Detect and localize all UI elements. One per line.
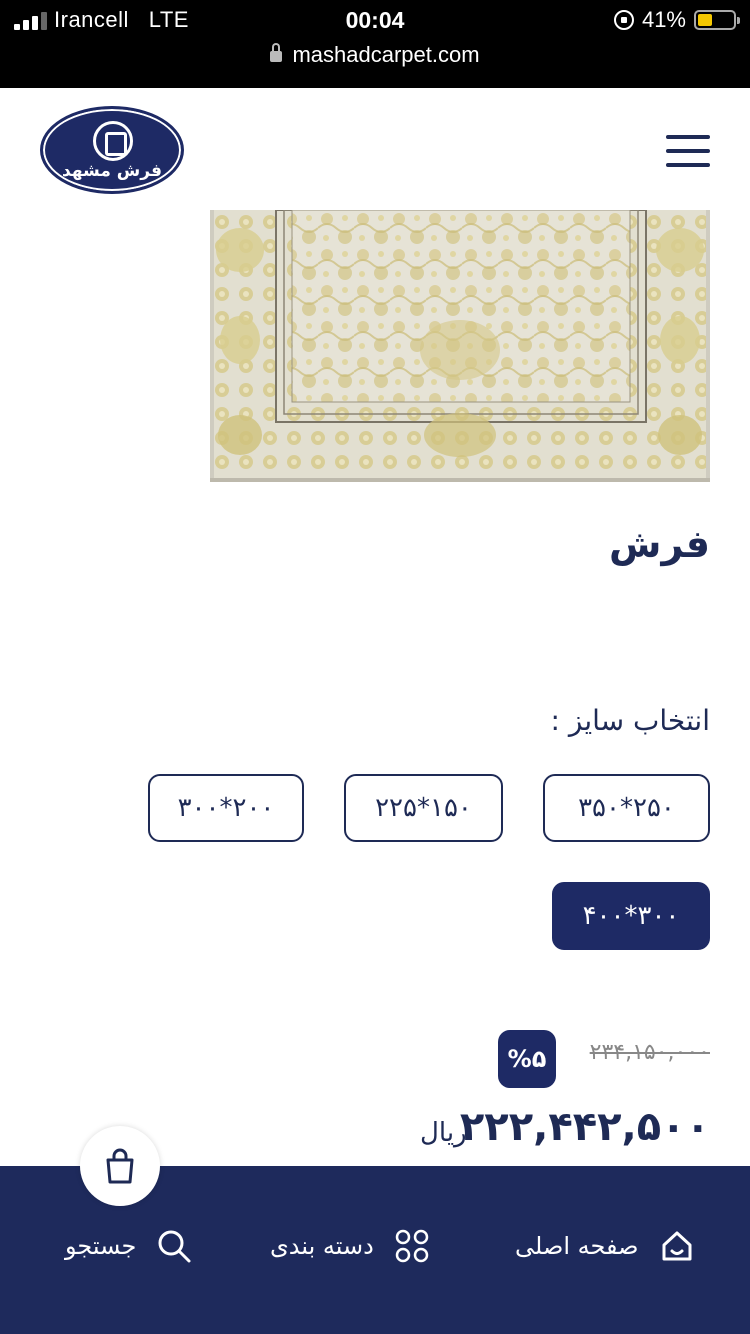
status-bar: Irancell LTE 00:04 41% mashadcarpet.com — [0, 0, 750, 88]
battery-percent: 41% — [641, 7, 686, 32]
nav-home[interactable]: صفحه اصلی — [515, 1224, 697, 1268]
discount-badge: %۵ — [498, 1030, 556, 1088]
size-option-400x300-selected[interactable]: ۴۰۰*۳۰۰ — [552, 882, 710, 950]
categories-grid-icon — [392, 1226, 432, 1266]
product-image[interactable] — [210, 210, 710, 482]
search-icon — [154, 1226, 194, 1266]
address-bar[interactable]: mashadcarpet.com — [0, 42, 750, 68]
size-selection-label: انتخاب سایز : — [550, 704, 710, 737]
site-logo[interactable]: فرش مشهد — [40, 106, 184, 194]
logo-text: فرش مشهد — [62, 161, 162, 181]
carpet-image — [210, 210, 710, 482]
cart-button[interactable] — [80, 1126, 160, 1206]
currency-label: ریال — [420, 1118, 467, 1148]
rotation-lock-icon — [613, 10, 634, 30]
nav-search-label: جستجو — [65, 1232, 137, 1260]
final-price: ۲۲۲,۴۴۲,۵۰۰ — [459, 1104, 710, 1150]
size-option-225x150[interactable]: ۲۲۵*۱۵۰ — [344, 774, 503, 842]
original-price: ۲۳۴,۱۵۰,۰۰۰ — [589, 1040, 710, 1065]
nav-categories-label: دسته بندی — [270, 1232, 374, 1260]
logo-emblem-icon — [93, 121, 133, 161]
product-title: فرش — [609, 522, 710, 566]
home-icon — [657, 1226, 697, 1266]
size-option-350x250[interactable]: ۳۵۰*۲۵۰ — [543, 774, 710, 842]
lock-icon — [270, 43, 283, 62]
hamburger-menu-icon[interactable] — [666, 135, 710, 167]
nav-search[interactable]: جستجو — [65, 1224, 194, 1268]
nav-categories[interactable]: دسته بندی — [270, 1224, 432, 1268]
nav-home-label: صفحه اصلی — [515, 1232, 639, 1260]
site-header: فرش مشهد — [0, 88, 750, 210]
shopping-bag-icon — [106, 1148, 134, 1184]
battery-icon — [694, 10, 740, 30]
size-option-300x200[interactable]: ۳۰۰*۲۰۰ — [148, 774, 304, 842]
url-text: mashadcarpet.com — [292, 42, 480, 67]
